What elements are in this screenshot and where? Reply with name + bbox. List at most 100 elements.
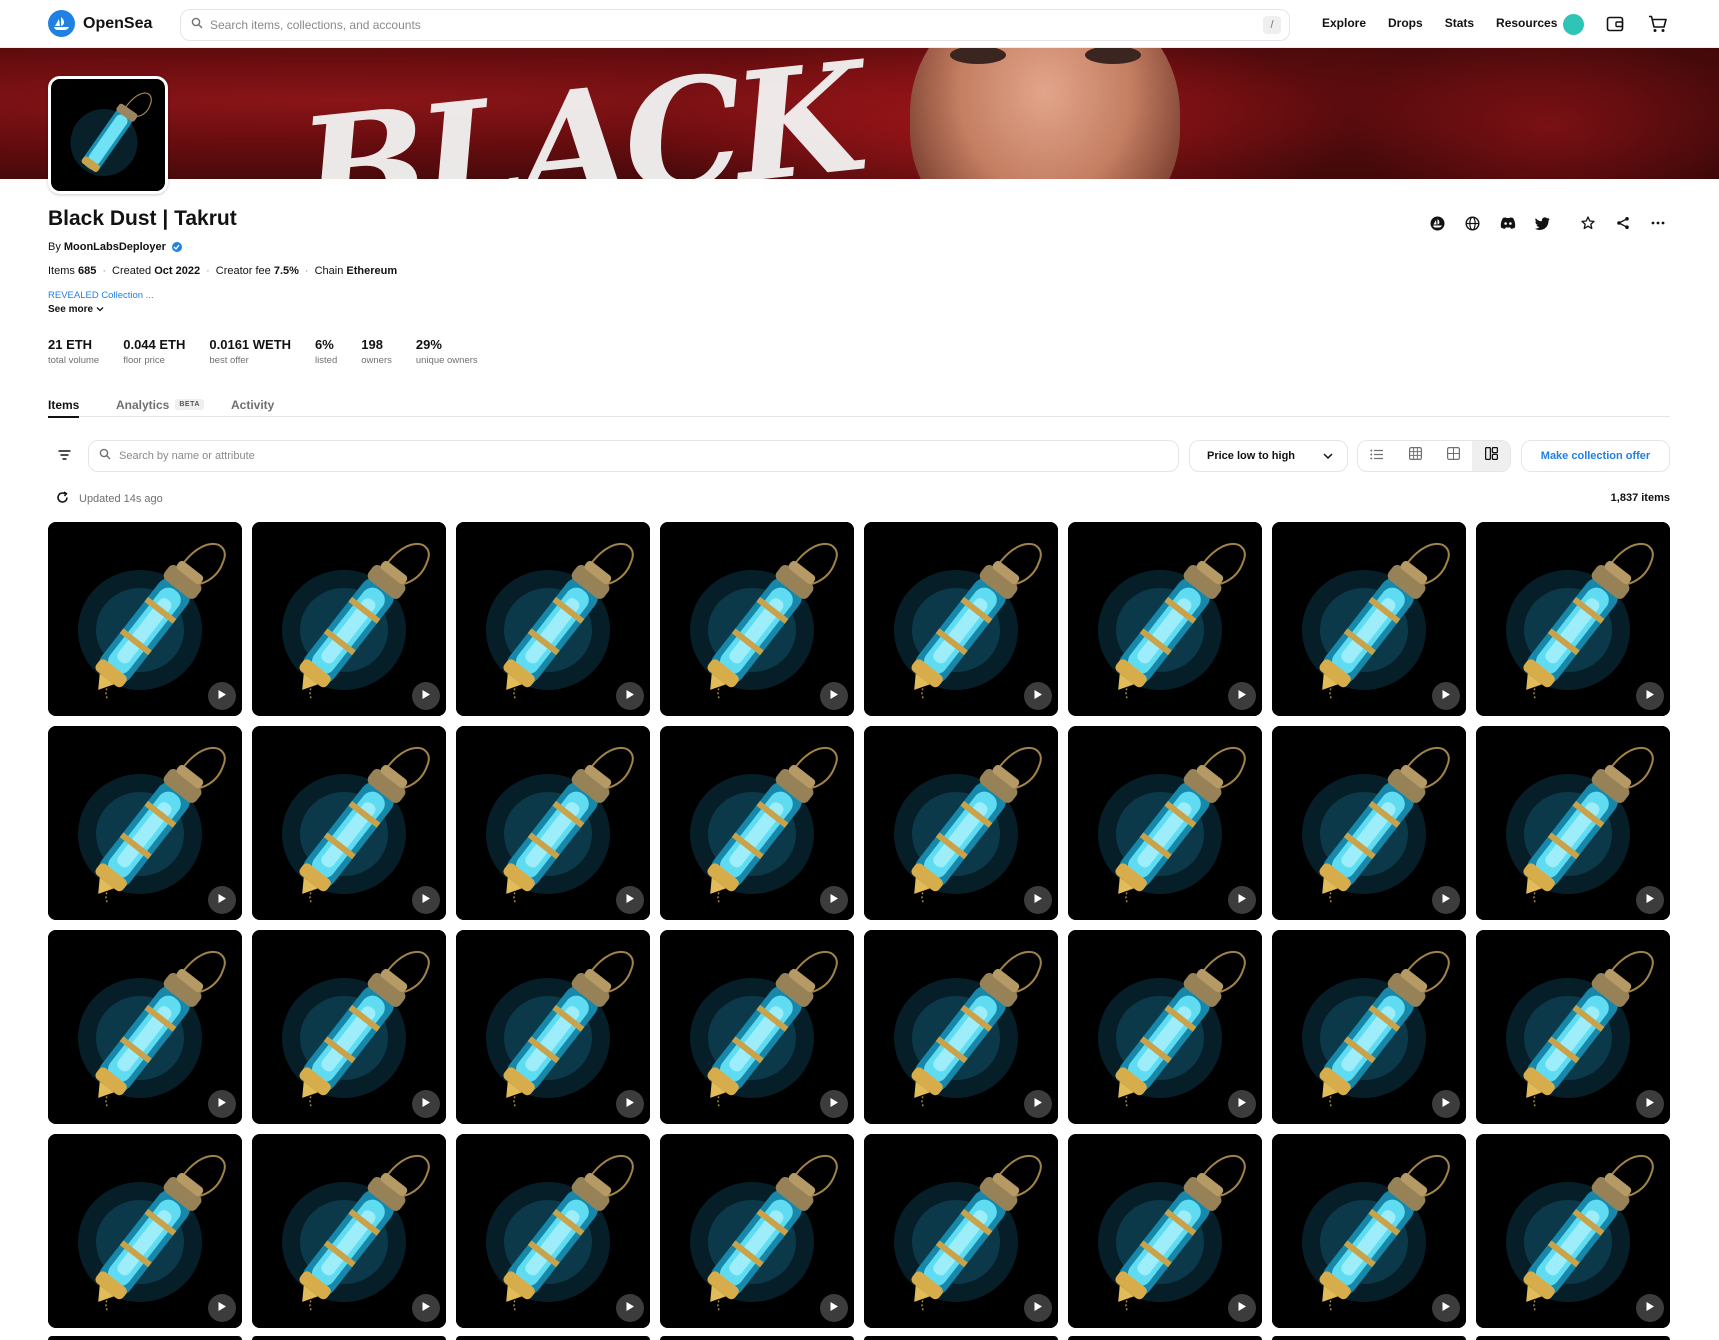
profile-avatar[interactable] (1563, 14, 1584, 35)
play-button[interactable] (820, 1090, 848, 1118)
play-button[interactable] (1432, 682, 1460, 710)
play-button[interactable] (1636, 1294, 1664, 1322)
nft-card[interactable] (48, 930, 242, 1124)
more-icon[interactable] (1640, 212, 1675, 234)
nft-card-partial[interactable] (48, 1336, 242, 1340)
nft-card[interactable] (864, 726, 1058, 920)
play-button[interactable] (616, 682, 644, 710)
nft-card[interactable] (48, 1134, 242, 1328)
play-button[interactable] (820, 682, 848, 710)
grid-small-view-button[interactable] (1396, 441, 1434, 471)
nav-explore[interactable]: Explore (1322, 16, 1366, 30)
nft-card[interactable] (252, 1134, 446, 1328)
make-collection-offer-button[interactable]: Make collection offer (1521, 440, 1670, 472)
global-search[interactable]: Search items, collections, and accounts … (180, 9, 1290, 41)
sort-select[interactable]: Price low to high (1189, 440, 1348, 472)
star-icon[interactable] (1570, 212, 1605, 234)
refresh-icon[interactable] (56, 491, 69, 507)
nft-card[interactable] (48, 726, 242, 920)
nft-card-partial[interactable] (864, 1336, 1058, 1340)
nft-card-partial[interactable] (1272, 1336, 1466, 1340)
see-more-button[interactable]: See more (48, 304, 104, 315)
nft-card[interactable] (864, 522, 1058, 716)
play-button[interactable] (1024, 1294, 1052, 1322)
nft-card[interactable] (252, 522, 446, 716)
collection-description[interactable]: REVEALED Collection ... (48, 290, 154, 301)
nft-card[interactable] (660, 930, 854, 1124)
opensea-icon[interactable] (1420, 212, 1455, 234)
cart-icon[interactable] (1646, 13, 1668, 35)
nft-card[interactable] (456, 930, 650, 1124)
nft-card[interactable] (864, 930, 1058, 1124)
play-button[interactable] (1024, 682, 1052, 710)
nft-card-partial[interactable] (660, 1336, 854, 1340)
nft-card-partial[interactable] (1476, 1336, 1670, 1340)
nft-card[interactable] (660, 726, 854, 920)
play-button[interactable] (1636, 1090, 1664, 1118)
play-button[interactable] (1432, 1090, 1460, 1118)
nft-card[interactable] (1272, 1134, 1466, 1328)
nft-card[interactable] (1476, 726, 1670, 920)
item-search-input[interactable] (119, 450, 1019, 462)
nft-card[interactable] (48, 522, 242, 716)
play-button[interactable] (616, 1294, 644, 1322)
nav-stats[interactable]: Stats (1445, 16, 1474, 30)
nft-card-partial[interactable] (456, 1336, 650, 1340)
play-button[interactable] (820, 886, 848, 914)
grid-compact-view-button[interactable] (1472, 441, 1510, 471)
play-button[interactable] (1228, 682, 1256, 710)
tab-activity[interactable]: Activity (231, 392, 274, 417)
play-button[interactable] (616, 886, 644, 914)
play-button[interactable] (1636, 682, 1664, 710)
nft-card-partial[interactable] (252, 1336, 446, 1340)
play-button[interactable] (616, 1090, 644, 1118)
nft-card[interactable] (252, 930, 446, 1124)
creator-link[interactable]: MoonLabsDeployer (64, 241, 166, 253)
wallet-icon[interactable] (1604, 13, 1626, 35)
play-button[interactable] (412, 1090, 440, 1118)
play-button[interactable] (820, 1294, 848, 1322)
nft-card[interactable] (864, 1134, 1058, 1328)
nft-card[interactable] (1068, 726, 1262, 920)
play-button[interactable] (412, 1294, 440, 1322)
nft-card[interactable] (252, 726, 446, 920)
nft-card[interactable] (1068, 1134, 1262, 1328)
play-button[interactable] (1432, 1294, 1460, 1322)
play-button[interactable] (1636, 886, 1664, 914)
play-button[interactable] (1228, 1294, 1256, 1322)
nft-card[interactable] (660, 1134, 854, 1328)
play-button[interactable] (208, 1090, 236, 1118)
play-button[interactable] (1024, 1090, 1052, 1118)
nft-card[interactable] (1272, 930, 1466, 1124)
nav-resources[interactable]: Resources (1496, 16, 1557, 30)
filter-toggle-button[interactable] (52, 444, 76, 468)
nft-card[interactable] (456, 726, 650, 920)
play-button[interactable] (412, 886, 440, 914)
play-button[interactable] (208, 886, 236, 914)
grid-large-view-button[interactable] (1434, 441, 1472, 471)
opensea-logo[interactable]: OpenSea (48, 10, 152, 37)
globe-icon[interactable] (1455, 212, 1490, 234)
discord-icon[interactable] (1490, 212, 1525, 234)
share-icon[interactable] (1605, 212, 1640, 234)
play-button[interactable] (412, 682, 440, 710)
play-button[interactable] (208, 682, 236, 710)
nft-card[interactable] (1476, 930, 1670, 1124)
nft-card[interactable] (456, 1134, 650, 1328)
nft-card[interactable] (1476, 1134, 1670, 1328)
item-search[interactable] (88, 440, 1179, 472)
play-button[interactable] (1024, 886, 1052, 914)
play-button[interactable] (1228, 1090, 1256, 1118)
nft-card[interactable] (1068, 522, 1262, 716)
tab-items[interactable]: Items (48, 392, 80, 418)
nft-card[interactable] (1068, 930, 1262, 1124)
nft-card[interactable] (456, 522, 650, 716)
play-button[interactable] (1228, 886, 1256, 914)
nft-card-partial[interactable] (1068, 1336, 1262, 1340)
nav-drops[interactable]: Drops (1388, 16, 1423, 30)
play-button[interactable] (1432, 886, 1460, 914)
play-button[interactable] (208, 1294, 236, 1322)
nft-card[interactable] (660, 522, 854, 716)
tab-analytics[interactable]: Analytics BETA (116, 392, 204, 417)
nft-card[interactable] (1272, 522, 1466, 716)
